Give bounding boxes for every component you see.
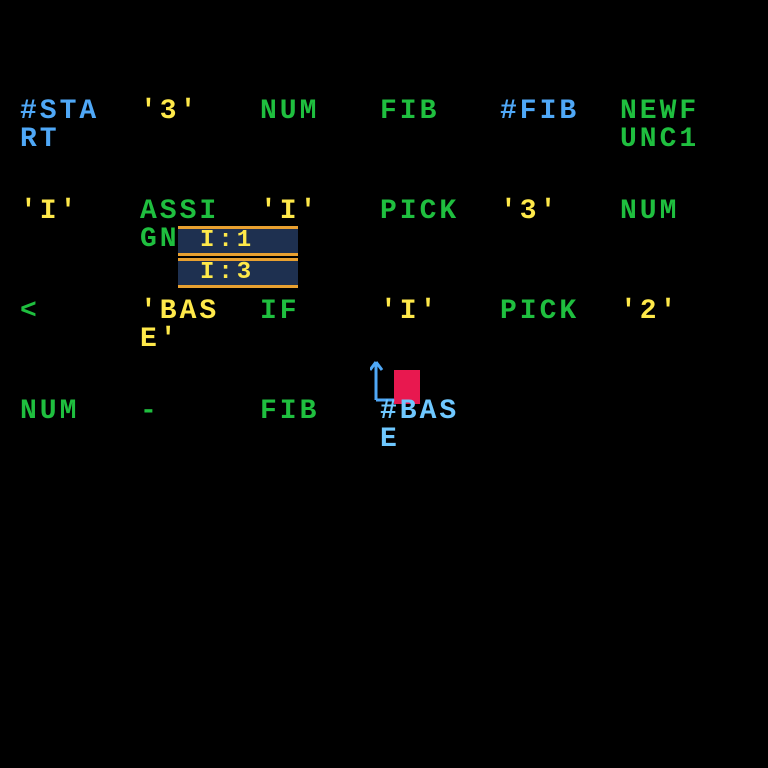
token-literal-i2[interactable]: 'I' — [260, 198, 319, 226]
token-hashbase[interactable]: #BAS E — [380, 398, 459, 454]
token-literal-i3[interactable]: 'I' — [380, 298, 439, 326]
token-pick2[interactable]: PICK — [500, 298, 579, 326]
token-if[interactable]: IF — [260, 298, 300, 326]
tooltip-text1: I:1 — [200, 229, 255, 253]
token-pick[interactable]: PICK — [380, 198, 459, 226]
token-base-literal[interactable]: 'BAS E' — [140, 298, 219, 354]
token-lt[interactable]: < — [20, 298, 40, 326]
token-newfunc1[interactable]: NEWF UNC1 — [620, 98, 699, 154]
tooltip-text2: I:3 — [200, 261, 255, 285]
token-fib2[interactable]: FIB — [260, 398, 319, 426]
token-num2[interactable]: NUM — [620, 198, 679, 226]
token-literal-3b[interactable]: '3' — [500, 198, 559, 226]
token-literal-2[interactable]: '2' — [620, 298, 679, 326]
token-literal-i[interactable]: 'I' — [20, 198, 79, 226]
token-num3[interactable]: NUM — [20, 398, 79, 426]
token-hashfib[interactable]: #FIB — [500, 98, 579, 126]
token-minus[interactable]: - — [140, 398, 160, 426]
token-start[interactable]: #STA RT — [20, 98, 99, 154]
token-fib[interactable]: FIB — [380, 98, 439, 126]
token-literal-3[interactable]: '3' — [140, 98, 199, 126]
token-num[interactable]: NUM — [260, 98, 319, 126]
